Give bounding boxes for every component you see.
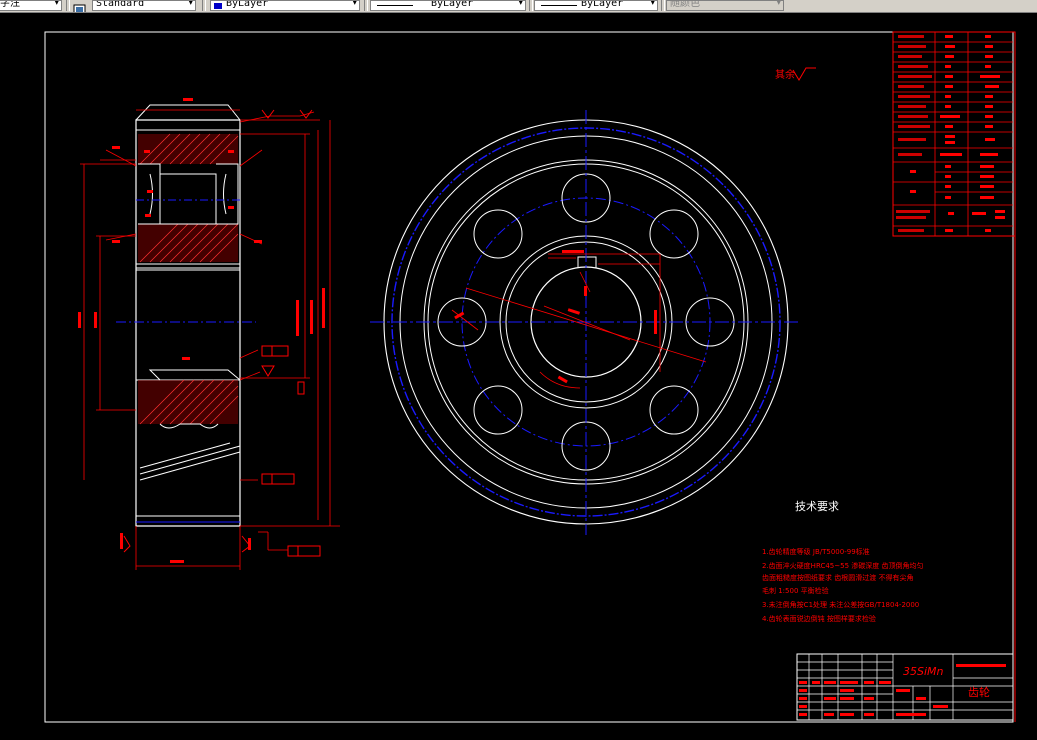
lineweight-dropdown[interactable]: ByLayer ▾ bbox=[534, 0, 658, 11]
tech-note: 1.齿轮精度等级 JB/T5000-99标准 bbox=[762, 547, 870, 556]
toolbar-separator bbox=[202, 0, 206, 11]
text-style-value: 字注 bbox=[0, 0, 20, 9]
material-label: 35SiMn bbox=[903, 665, 944, 678]
linetype-preview-icon bbox=[377, 5, 413, 6]
tech-note: 2.齿面淬火硬度HRC45~55 渗碳深度 齿顶倒角均匀 bbox=[762, 561, 923, 570]
lineweight-preview-icon bbox=[541, 5, 577, 6]
dim-style-value: Standard bbox=[96, 0, 145, 9]
plot-style-value: 随颜色 bbox=[670, 0, 700, 9]
toolbar-separator bbox=[529, 0, 533, 11]
linetype-value: ByLayer bbox=[431, 0, 474, 9]
color-swatch-icon bbox=[214, 3, 222, 9]
lineweight-value: ByLayer bbox=[581, 0, 624, 9]
toolbar-separator bbox=[66, 0, 70, 11]
chevron-down-icon[interactable]: ▾ bbox=[54, 1, 59, 8]
dim-style-dropdown[interactable]: Standard ▾ bbox=[92, 0, 196, 11]
chevron-down-icon[interactable]: ▾ bbox=[188, 1, 193, 8]
linetype-dropdown[interactable]: ByLayer ▾ bbox=[370, 0, 526, 11]
chevron-down-icon[interactable]: ▾ bbox=[776, 1, 781, 8]
color-value: ByLayer bbox=[226, 0, 269, 9]
roughness-note: 其余 bbox=[775, 68, 795, 81]
tech-note: 4.齿轮表面锐边倒钝 按图样要求检验 bbox=[762, 614, 876, 623]
properties-toolbar: 字注 ▾ Standard ▾ ByLayer ▾ ByLayer ▾ ByLa… bbox=[0, 0, 1037, 13]
dim-style-icon[interactable] bbox=[72, 0, 88, 12]
color-dropdown[interactable]: ByLayer ▾ bbox=[210, 0, 360, 11]
tech-note: 齿面粗糙度按图纸要求 齿根圆滑过渡 不得有尖角 bbox=[762, 573, 913, 582]
tech-note: 毛刺 1:500 平衡检验 bbox=[762, 586, 829, 595]
chevron-down-icon[interactable]: ▾ bbox=[518, 1, 523, 8]
plot-style-dropdown[interactable]: 随颜色 ▾ bbox=[666, 0, 784, 11]
text-style-dropdown[interactable]: 字注 ▾ bbox=[0, 0, 62, 11]
tech-note: 3.未注倒角按C1处理 未注公差按GB/T1804-2000 bbox=[762, 600, 919, 609]
drawing-canvas[interactable]: 其余 技术要求 1.齿轮精度等级 JB/T5000-99标准 2.齿面淬火硬度H… bbox=[0, 13, 1037, 736]
chevron-down-icon[interactable]: ▾ bbox=[650, 1, 655, 8]
toolbar-separator bbox=[661, 0, 665, 11]
tech-requirements-title: 技术要求 bbox=[795, 500, 839, 513]
toolbar-separator bbox=[364, 0, 368, 11]
chevron-down-icon[interactable]: ▾ bbox=[352, 1, 357, 8]
part-name: 齿轮 bbox=[968, 685, 990, 699]
